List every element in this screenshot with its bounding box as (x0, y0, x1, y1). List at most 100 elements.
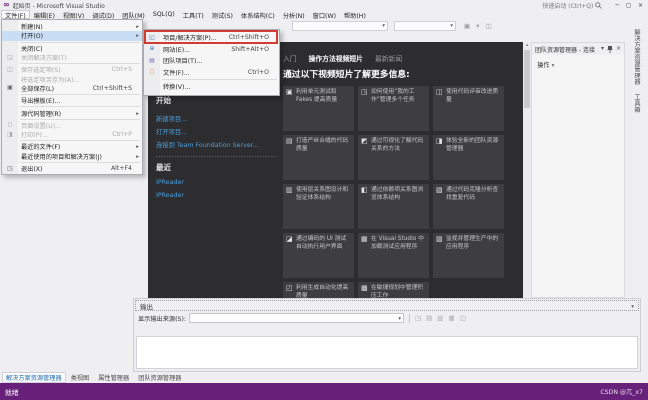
video-tile[interactable]: ◨体验全新的团队资源管理器 (433, 135, 504, 180)
document-scrollbar[interactable]: ▴ (523, 42, 531, 298)
autohide-tab[interactable]: 解决方案资源管理器 (632, 29, 641, 85)
video-tile-icon: ▧ (436, 187, 444, 226)
visual-studio-logo-icon: ∞ (3, 1, 10, 9)
video-tile-icon: ▥ (286, 187, 294, 226)
menu-item-recent-files[interactable]: 最近的文件(F) (2, 142, 142, 151)
video-tile[interactable]: ◰利用生成自动化提高质量 (283, 282, 354, 298)
video-tile[interactable]: ▤打造严丝合缝的代码质量 (283, 135, 354, 180)
annotation-highlight-box (144, 30, 278, 44)
video-tile[interactable]: ▨监视并管理生产中的应用程序 (433, 233, 504, 278)
video-tile-icon: ▣ (286, 89, 294, 128)
close-icon[interactable]: × (638, 2, 643, 9)
toolbar-icon[interactable]: ▾ (476, 22, 479, 30)
video-tile-icon: ◩ (361, 138, 369, 177)
toolbar-icon[interactable]: ▣ (464, 22, 470, 30)
menu-item-new[interactable]: 新建(N) (2, 22, 142, 31)
video-tile[interactable]: ◪通过编码的 UI 测试自动执行用户界面 (283, 233, 354, 278)
open-project-link[interactable]: 打开项目... (156, 127, 187, 136)
menu-bar-item[interactable]: 视图(V) (59, 10, 88, 19)
chevron-down-icon[interactable] (629, 302, 634, 310)
start-page-tab[interactable]: 操作方法视频短片 (309, 53, 363, 63)
bottom-dock-tab[interactable]: 类视图 (67, 372, 94, 383)
video-tile[interactable]: ▧通过代码克隆分析查找重复代码 (433, 184, 504, 229)
chevron-down-icon (448, 23, 453, 29)
menu-item-open-website[interactable]: ⊕网站(E)...Shift+Alt+O (144, 44, 279, 56)
menu-item-open[interactable]: 打开(O) (2, 31, 142, 40)
menu-item-save-all[interactable]: ▣全部保存(L)Ctrl+Shift+S (2, 84, 142, 93)
menu-bar-item[interactable]: 分析(N) (279, 10, 309, 19)
video-tile[interactable]: ◩通过可视化了解代码关系的方法 (358, 135, 429, 180)
recent-project-link[interactable]: IPReader (156, 192, 184, 199)
output-panel-titlebar: 输出 (135, 300, 639, 311)
exit-icon: ◳ (2, 166, 18, 172)
file-icon: ◻ (144, 69, 160, 75)
output-toolbar-icon[interactable]: ▦ (448, 314, 454, 322)
start-page-tab[interactable]: 最新新闻 (375, 53, 402, 63)
menu-item-source-control[interactable]: 源代码管理(R) (2, 108, 142, 117)
menu-item-open-team-project[interactable]: ▤团队项目(T)... (144, 55, 279, 67)
output-toolbar-icon[interactable]: ◫ (460, 314, 466, 322)
video-tile[interactable]: ▦在 Visual Studio 中加载测试应用程序 (358, 233, 429, 278)
recent-project-link[interactable]: IPReader (156, 179, 184, 186)
video-tile[interactable]: ▣利用单元测试和 Fakes 提高质量 (283, 86, 354, 131)
title-bar: ∞ 起始页 - Microsoft Visual Studio 快速启动 (Ct… (0, 0, 648, 10)
scroll-up-icon[interactable]: ▴ (523, 42, 531, 49)
actions-label: 操作 (537, 62, 550, 69)
bottom-dock-tab[interactable]: 属性管理器 (94, 372, 133, 383)
menu-item-close-solution[interactable]: ◲关闭解决方案(T) (2, 53, 142, 62)
menu-item-convert[interactable]: 转换(V)... (144, 81, 279, 93)
bottom-dock-tab[interactable]: 解决方案资源管理器 (2, 372, 66, 383)
video-tile-icon: ◪ (286, 236, 294, 275)
toolbar-icon[interactable]: ◫ (485, 22, 491, 30)
chevron-down-icon[interactable]: ▾ (601, 46, 604, 52)
video-tile[interactable]: ◧通过依赖项关系图浏览体系结构 (358, 184, 429, 229)
output-title: 输出 (140, 301, 153, 311)
team-explorer-actions[interactable]: 操作 (532, 55, 624, 74)
menu-bar-item[interactable]: 工具(T) (179, 10, 208, 19)
menu-separator (20, 162, 140, 163)
menu-bar-item[interactable]: 体系结构(C) (237, 10, 279, 19)
menu-bar-item[interactable]: 调试(D) (88, 10, 118, 19)
video-tile[interactable]: ◫使用代码评审改进质量 (433, 86, 504, 131)
save-all-icon: ▣ (2, 85, 18, 91)
menu-item-save-as[interactable]: 将选定项另存为(A)... (2, 74, 142, 83)
toolbar-combo-platform[interactable] (394, 21, 456, 31)
connect-tfs-link[interactable]: 连接到 Team Foundation Server... (156, 140, 259, 149)
output-toolbar-icon[interactable]: ▤ (426, 314, 432, 322)
menu-item-open-file[interactable]: ◻文件(F)...Ctrl+O (144, 67, 279, 79)
menu-item-export-template[interactable]: 导出模板(E)... (2, 96, 142, 105)
menu-bar-item[interactable]: 窗口(W) (309, 10, 340, 19)
menu-bar-item[interactable]: 编辑(E) (30, 10, 59, 19)
menu-item-print[interactable]: ◨打印(P)...Ctrl+P (2, 130, 142, 139)
menu-bar-item[interactable]: 帮助(H) (340, 10, 370, 19)
video-tile[interactable]: ▩在敏捷规划中管理积压工作 (358, 282, 429, 298)
menu-item-exit[interactable]: ◳退出(X)Alt+F4 (2, 164, 142, 173)
video-tile[interactable]: ▥使用层关系图设计和验证体系结构 (283, 184, 354, 229)
pin-icon[interactable] (607, 46, 613, 53)
start-page-tab[interactable]: 入门 (283, 53, 297, 63)
menu-bar-item[interactable]: SQL(Q) (149, 10, 179, 19)
chevron-down-icon (396, 315, 401, 322)
new-project-link[interactable]: 新建项目... (156, 114, 187, 123)
output-toolbar-icon[interactable]: ▥ (437, 314, 443, 322)
autohide-tab[interactable]: 工具箱 (632, 94, 641, 113)
menu-bar-item[interactable]: 团队(M) (118, 10, 149, 19)
toolbar-combo-configuration[interactable] (292, 21, 388, 31)
bottom-dock-tab[interactable]: 团队资源管理器 (134, 372, 185, 383)
menu-bar-item[interactable]: 测试(S) (208, 10, 237, 19)
video-tile-label: 通过代码克隆分析查找重复代码 (446, 187, 501, 226)
menu-item-close[interactable]: 关闭(C) (2, 44, 142, 53)
menu-item-recent-projects[interactable]: 最近使用的项目和解决方案(J) (2, 152, 142, 161)
menu-item-save-selected[interactable]: ◫保存选定项(S)Ctrl+S (2, 65, 142, 74)
minimize-icon[interactable]: ─ (615, 2, 619, 9)
scrollbar-thumb[interactable] (524, 50, 530, 108)
quick-launch-box[interactable]: 快速启动 (Ctrl+Q) (542, 1, 602, 10)
close-icon[interactable]: × (616, 46, 621, 52)
video-tile[interactable]: ◳如何使用“我的工作”管理多个任务 (358, 86, 429, 131)
output-content[interactable] (136, 336, 638, 369)
menu-item-page-setup[interactable]: ◻页面设置(U)... (2, 121, 142, 130)
output-toolbar-icon[interactable]: ◳ (415, 314, 421, 322)
menu-bar-item[interactable]: 文件(F) (1, 10, 30, 19)
maximize-icon[interactable]: ◻ (626, 2, 631, 9)
output-source-combo[interactable] (189, 313, 404, 323)
